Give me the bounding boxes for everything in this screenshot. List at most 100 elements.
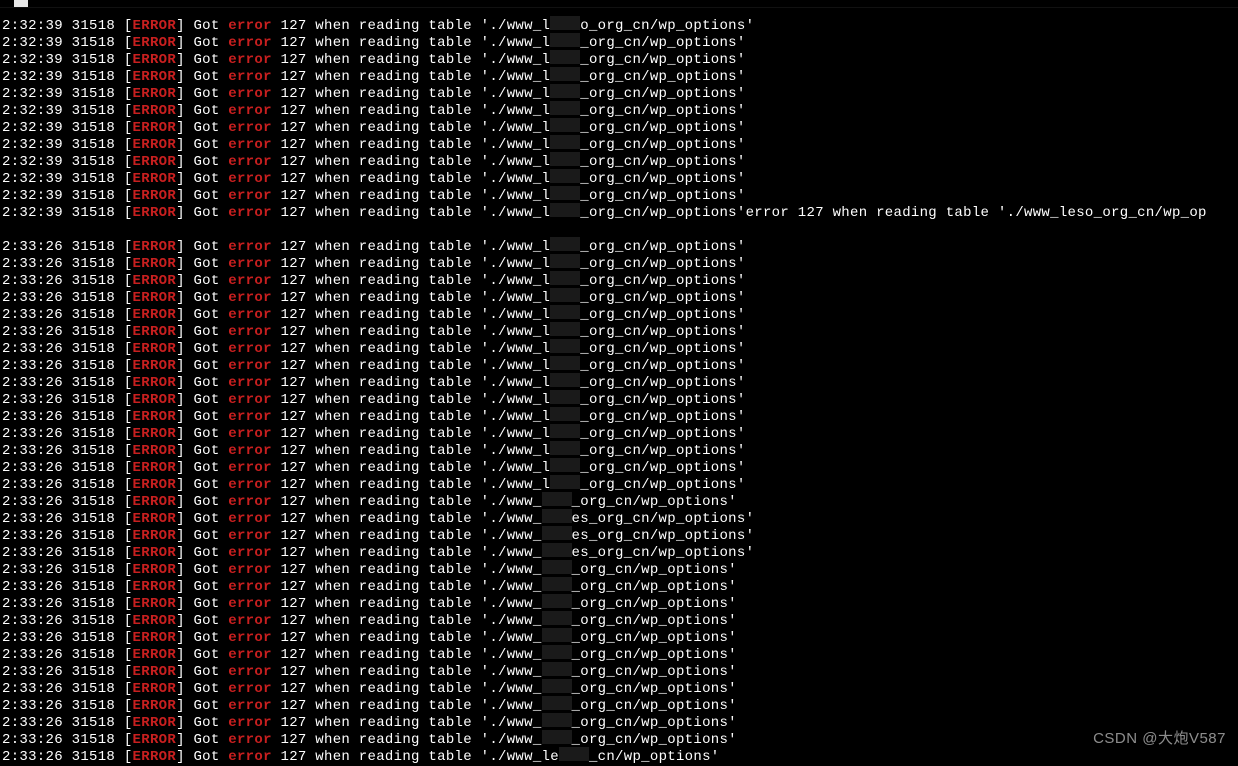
- log-error-word: error: [228, 52, 272, 68]
- log-msg-post: _org_cn/wp_options': [580, 477, 745, 493]
- log-error-word: error: [228, 273, 272, 289]
- log-level: ERROR: [133, 562, 177, 578]
- log-time: 2:33:26: [2, 681, 72, 697]
- log-level: ERROR: [133, 596, 177, 612]
- log-line: 2:33:26 31518 [ERROR] Got error 127 when…: [2, 290, 1238, 307]
- log-pid: 31518: [72, 613, 124, 629]
- log-time: 2:33:26: [2, 341, 72, 357]
- log-msg-post: _org_cn/wp_options': [580, 392, 745, 408]
- log-line: 2:33:26 31518 [ERROR] Got error 127 when…: [2, 460, 1238, 477]
- redaction-box: [542, 679, 572, 693]
- bracket-close: ]: [176, 18, 193, 34]
- redaction-box: [542, 509, 572, 523]
- redaction-box: [542, 713, 572, 727]
- log-got: Got: [193, 188, 228, 204]
- redaction-box: [550, 118, 580, 132]
- bracket-close: ]: [176, 375, 193, 391]
- log-error-word: error: [228, 511, 272, 527]
- bracket-open: [: [124, 341, 133, 357]
- bracket-close: ]: [176, 341, 193, 357]
- log-level: ERROR: [133, 494, 177, 510]
- log-msg-pre: 127 when reading table './www_l: [272, 392, 550, 408]
- bracket-open: [: [124, 460, 133, 476]
- bracket-close: ]: [176, 749, 193, 765]
- log-error-word: error: [228, 426, 272, 442]
- log-got: Got: [193, 545, 228, 561]
- log-error-word: error: [228, 443, 272, 459]
- log-got: Got: [193, 562, 228, 578]
- bracket-close: ]: [176, 477, 193, 493]
- redaction-box: [550, 424, 580, 438]
- log-got: Got: [193, 443, 228, 459]
- log-error-word: error: [228, 171, 272, 187]
- log-pid: 31518: [72, 137, 124, 153]
- log-msg-pre: 127 when reading table './www_l: [272, 460, 550, 476]
- log-line: 2:33:26 31518 [ERROR] Got error 127 when…: [2, 613, 1238, 630]
- log-level: ERROR: [133, 137, 177, 153]
- log-error-word: error: [228, 647, 272, 663]
- log-msg-pre: 127 when reading table './www_le: [272, 749, 559, 765]
- redaction-box: [550, 84, 580, 98]
- log-pid: 31518: [72, 324, 124, 340]
- log-got: Got: [193, 698, 228, 714]
- log-got: Got: [193, 324, 228, 340]
- log-got: Got: [193, 477, 228, 493]
- log-msg-post: _org_cn/wp_options': [580, 154, 745, 170]
- log-msg-pre: 127 when reading table './www_l: [272, 69, 550, 85]
- bracket-open: [: [124, 494, 133, 510]
- log-msg-post: _org_cn/wp_options': [580, 460, 745, 476]
- log-msg-pre: 127 when reading table './www_: [272, 511, 542, 527]
- log-level: ERROR: [133, 86, 177, 102]
- log-error-word: error: [228, 341, 272, 357]
- log-time: 2:33:26: [2, 749, 72, 765]
- redaction-box: [550, 254, 580, 268]
- log-level: ERROR: [133, 647, 177, 663]
- redaction-box: [542, 560, 572, 574]
- log-pid: 31518: [72, 715, 124, 731]
- log-msg-pre: 127 when reading table './www_l: [272, 409, 550, 425]
- log-pid: 31518: [72, 477, 124, 493]
- log-error-word: error: [228, 103, 272, 119]
- log-pid: 31518: [72, 681, 124, 697]
- log-time: 2:33:26: [2, 715, 72, 731]
- bracket-open: [: [124, 443, 133, 459]
- redaction-box: [550, 288, 580, 302]
- terminal-output[interactable]: 2:32:39 31518 [ERROR] Got error 127 when…: [0, 8, 1238, 766]
- log-got: Got: [193, 647, 228, 663]
- bracket-open: [: [124, 290, 133, 306]
- log-msg-post: _org_cn/wp_options': [580, 137, 745, 153]
- log-time: 2:32:39: [2, 120, 72, 136]
- log-level: ERROR: [133, 392, 177, 408]
- log-line: 2:33:26 31518 [ERROR] Got error 127 when…: [2, 341, 1238, 358]
- log-line: 2:33:26 31518 [ERROR] Got error 127 when…: [2, 715, 1238, 732]
- bracket-close: ]: [176, 324, 193, 340]
- log-msg-pre: 127 when reading table './www_: [272, 715, 542, 731]
- redaction-box: [550, 186, 580, 200]
- bracket-open: [: [124, 239, 133, 255]
- log-pid: 31518: [72, 460, 124, 476]
- log-time: 2:33:26: [2, 647, 72, 663]
- bracket-close: ]: [176, 120, 193, 136]
- bracket-open: [: [124, 613, 133, 629]
- log-msg-post: _org_cn/wp_options': [580, 409, 745, 425]
- log-line: 2:32:39 31518 [ERROR] Got error 127 when…: [2, 154, 1238, 171]
- log-got: Got: [193, 409, 228, 425]
- log-msg-pre: 127 when reading table './www_l: [272, 205, 550, 221]
- bracket-close: ]: [176, 256, 193, 272]
- redaction-box: [550, 322, 580, 336]
- log-error-word: error: [228, 69, 272, 85]
- log-error-word: error: [228, 392, 272, 408]
- redaction-box: [550, 458, 580, 472]
- log-level: ERROR: [133, 256, 177, 272]
- bracket-open: [: [124, 732, 133, 748]
- log-msg-pre: 127 when reading table './www_l: [272, 426, 550, 442]
- log-pid: 31518: [72, 596, 124, 612]
- active-tab-handle[interactable]: [14, 0, 28, 7]
- log-msg-post: _cn/wp_options': [589, 749, 720, 765]
- redaction-box: [542, 577, 572, 591]
- log-level: ERROR: [133, 511, 177, 527]
- log-time: 2:33:26: [2, 579, 72, 595]
- log-level: ERROR: [133, 426, 177, 442]
- log-level: ERROR: [133, 528, 177, 544]
- bracket-close: ]: [176, 171, 193, 187]
